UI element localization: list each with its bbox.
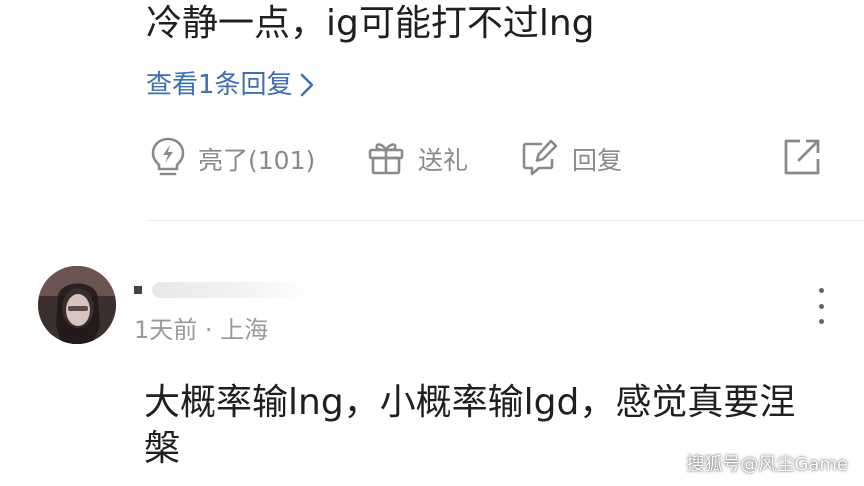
reply-button[interactable]: 回复 xyxy=(520,136,622,182)
share-button[interactable] xyxy=(782,136,822,182)
view-replies-label: 查看1条回复 xyxy=(146,70,293,100)
like-button[interactable]: 亮了(101) xyxy=(150,136,315,182)
comment-action-bar: 亮了(101) 送礼 回复 xyxy=(0,136,864,182)
comment-time-location: 1天前 · 上海 xyxy=(134,316,269,344)
username-redacted[interactable] xyxy=(134,278,324,304)
more-vertical-icon[interactable] xyxy=(806,288,836,324)
reply-label: 回复 xyxy=(572,146,623,175)
like-count-label: 亮了(101) xyxy=(198,146,316,175)
gift-icon xyxy=(366,137,406,181)
comment-text: 冷静一点，ig可能打不过lng xyxy=(146,3,595,44)
watermark: 搜狐号@风尘Game xyxy=(686,454,848,475)
share-external-icon xyxy=(782,137,822,181)
comment-divider xyxy=(146,220,864,221)
edit-reply-icon xyxy=(520,137,560,181)
gift-button[interactable]: 送礼 xyxy=(366,136,468,182)
avatar[interactable] xyxy=(38,266,116,344)
gift-label: 送礼 xyxy=(418,146,469,175)
bulb-lightning-icon xyxy=(150,136,186,182)
chevron-right-icon xyxy=(299,72,315,98)
view-replies-link[interactable]: 查看1条回复 xyxy=(146,68,315,102)
